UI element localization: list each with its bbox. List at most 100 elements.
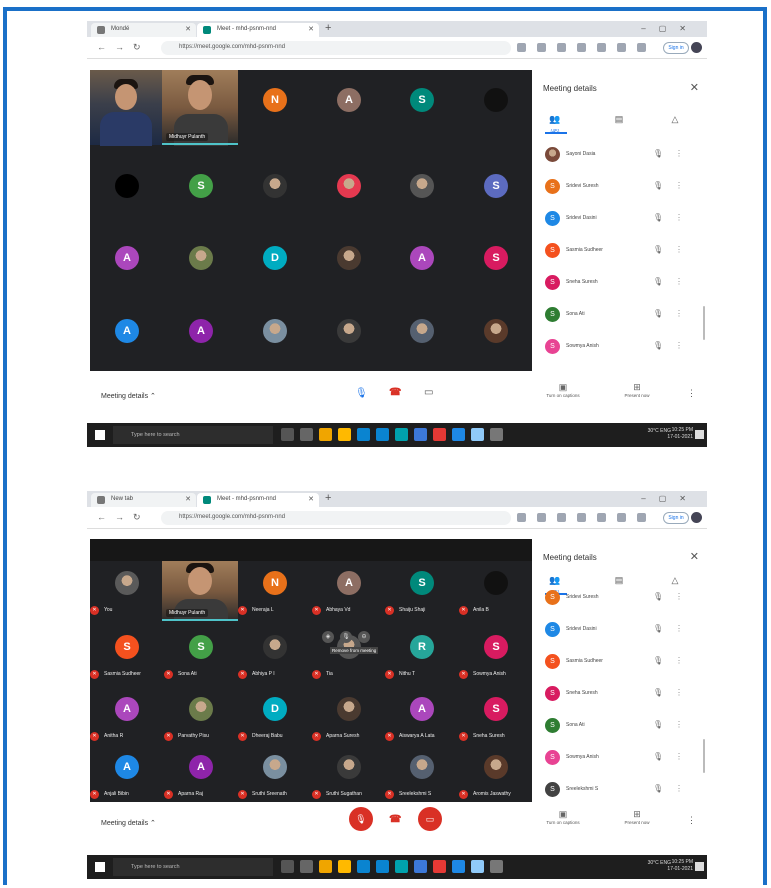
participant-tile[interactable] bbox=[459, 309, 532, 371]
participant-tile[interactable] bbox=[385, 309, 459, 371]
participant-tile[interactable]: N bbox=[238, 78, 312, 148]
extension-icon[interactable] bbox=[597, 513, 606, 522]
mic-icon[interactable]: 🎙 bbox=[653, 656, 663, 665]
extension-icon[interactable] bbox=[617, 513, 626, 522]
participant-tile[interactable]: S bbox=[459, 164, 532, 234]
participant-row[interactable]: S Sridevi Suresh 🎙 ⋮ bbox=[535, 176, 707, 198]
participant-tile[interactable]: S ✕ Sowmya Anish bbox=[459, 627, 532, 697]
taskbar-app-icon[interactable] bbox=[281, 428, 294, 441]
mic-icon[interactable]: 🎙 bbox=[653, 245, 663, 254]
taskbar-app-icon[interactable] bbox=[395, 428, 408, 441]
extension-icon[interactable] bbox=[557, 43, 566, 52]
end-call-icon[interactable]: ☎ bbox=[389, 387, 401, 398]
participant-tile[interactable] bbox=[312, 164, 386, 234]
captions-button[interactable]: ▣ Turn on captions bbox=[543, 382, 583, 398]
back-icon[interactable]: ← bbox=[97, 512, 106, 522]
taskbar-app-icon[interactable] bbox=[452, 428, 465, 441]
participant-tile[interactable]: A bbox=[164, 309, 238, 371]
mic-icon[interactable]: 🎙 bbox=[653, 720, 663, 729]
taskbar-app-icon[interactable] bbox=[471, 428, 484, 441]
participant-row[interactable]: S Sowmya Anish 🎙 ⋮ bbox=[535, 747, 707, 769]
end-call-icon[interactable]: ☎ bbox=[389, 814, 401, 825]
more-options-icon[interactable]: ⋮ bbox=[675, 309, 683, 318]
meeting-details-button[interactable]: Meeting details ⌃ bbox=[101, 819, 156, 827]
participant-tile[interactable]: S bbox=[385, 78, 459, 148]
extension-icon[interactable] bbox=[537, 43, 546, 52]
new-tab-icon[interactable]: + bbox=[325, 492, 331, 504]
extension-icon[interactable] bbox=[637, 43, 646, 52]
extension-icon[interactable] bbox=[577, 513, 586, 522]
participant-tile[interactable]: ✕ Aromis Jaswathy bbox=[459, 747, 532, 802]
mute-icon[interactable]: 🎙 bbox=[340, 631, 352, 643]
taskbar-app-icon[interactable] bbox=[490, 860, 503, 873]
more-options-icon[interactable]: ⋮ bbox=[675, 688, 683, 697]
taskbar-app-icon[interactable] bbox=[300, 428, 313, 441]
tab-chat[interactable]: ▤ bbox=[609, 575, 629, 586]
mic-icon[interactable]: 🎙 bbox=[653, 277, 663, 286]
browser-tab-1[interactable]: New tab ✕ bbox=[91, 493, 196, 507]
taskbar-clock[interactable]: 10:25 PM 17-01-2021 bbox=[667, 427, 693, 441]
participant-row[interactable]: S Sowmya Anish 🎙 ⋮ bbox=[535, 336, 707, 358]
participant-row[interactable]: S Sridevi Dasini 🎙 ⋮ bbox=[535, 208, 707, 230]
remove-icon[interactable]: ⊖ bbox=[358, 631, 370, 643]
participant-row[interactable]: S Sona Ati 🎙 ⋮ bbox=[535, 715, 707, 737]
more-options-icon[interactable]: ⋮ bbox=[675, 277, 683, 286]
camera-icon[interactable]: ▭ bbox=[424, 387, 433, 398]
more-options-icon[interactable]: ⋮ bbox=[675, 656, 683, 665]
taskbar-app-icon[interactable] bbox=[319, 860, 332, 873]
mic-icon[interactable]: 🎙 bbox=[653, 784, 663, 793]
mic-icon[interactable]: 🎙 bbox=[653, 213, 663, 222]
taskbar-app-icon[interactable] bbox=[490, 428, 503, 441]
tab-chat[interactable]: ▤ bbox=[609, 114, 629, 125]
participant-tile[interactable]: S ✕ Sona Ati bbox=[164, 627, 238, 697]
taskbar-app-icon[interactable] bbox=[338, 428, 351, 441]
present-now-button[interactable]: ⊞ Present now bbox=[617, 382, 657, 398]
participant-tile[interactable] bbox=[238, 309, 312, 371]
taskbar-app-icon[interactable] bbox=[471, 860, 484, 873]
scrollbar[interactable] bbox=[703, 739, 705, 773]
forward-icon[interactable]: → bbox=[115, 42, 124, 52]
more-options-icon[interactable]: ⋮ bbox=[675, 784, 683, 793]
participant-tile[interactable]: ✕ Abhiya P I bbox=[238, 627, 312, 697]
sign-in-button[interactable]: Sign in bbox=[663, 42, 689, 54]
participant-tile[interactable]: ✕ You bbox=[90, 563, 164, 633]
profile-avatar[interactable] bbox=[691, 42, 702, 53]
participant-tile[interactable]: ✕ Anila B bbox=[459, 563, 532, 633]
more-options-icon[interactable]: ⋮ bbox=[675, 149, 683, 158]
extension-icon[interactable] bbox=[637, 513, 646, 522]
participant-tile[interactable] bbox=[385, 164, 459, 234]
more-options-icon[interactable]: ⋮ bbox=[675, 720, 683, 729]
participant-tile[interactable] bbox=[312, 309, 386, 371]
participant-row[interactable]: S Sneha Suresh 🎙 ⋮ bbox=[535, 272, 707, 294]
participant-tile[interactable] bbox=[90, 164, 164, 234]
taskbar-search[interactable]: Type here to search bbox=[113, 858, 273, 876]
more-options-icon[interactable]: ⋮ bbox=[675, 752, 683, 761]
more-options-icon[interactable]: ⋮ bbox=[687, 388, 696, 399]
camera-off-button[interactable]: ▭ bbox=[418, 807, 442, 831]
reload-icon[interactable]: ↻ bbox=[133, 512, 141, 523]
participant-row[interactable]: S Sasmia Sudheer 🎙 ⋮ bbox=[535, 651, 707, 673]
mic-icon[interactable]: 🎙 bbox=[653, 181, 663, 190]
close-icon[interactable]: ✕ bbox=[690, 81, 699, 94]
extension-icon[interactable] bbox=[617, 43, 626, 52]
close-icon[interactable]: ✕ bbox=[308, 495, 314, 503]
self-video[interactable]: Midhuyr Pulanth bbox=[162, 561, 238, 621]
participant-row[interactable]: S Sreelekshmi S 🎙 ⋮ bbox=[535, 779, 707, 801]
participant-tile[interactable] bbox=[164, 236, 238, 306]
taskbar-app-icon[interactable] bbox=[433, 860, 446, 873]
mic-icon[interactable]: 🎙 bbox=[653, 341, 663, 350]
taskbar-clock[interactable]: 10:25 PM 17-01-2021 bbox=[667, 859, 693, 873]
browser-tab-meet[interactable]: Meet - mhd-psnm-nnd ✕ bbox=[197, 23, 319, 37]
extension-icon[interactable] bbox=[517, 513, 526, 522]
participant-tile[interactable] bbox=[459, 78, 532, 148]
forward-icon[interactable]: → bbox=[115, 512, 124, 522]
url-field[interactable]: https://meet.google.com/mhd-psnm-nnd bbox=[161, 41, 511, 55]
present-now-button[interactable]: ⊞ Present now bbox=[617, 809, 657, 825]
taskbar-app-icon[interactable] bbox=[281, 860, 294, 873]
extension-icon[interactable] bbox=[597, 43, 606, 52]
self-video[interactable]: Midhuyr Pulanth bbox=[162, 70, 238, 146]
participant-row[interactable]: S Sridevi Dasini 🎙 ⋮ bbox=[535, 619, 707, 641]
participant-tile[interactable]: A ✕ Anjali Bibin bbox=[90, 747, 164, 802]
participant-tile[interactable]: S bbox=[459, 236, 532, 306]
reload-icon[interactable]: ↻ bbox=[133, 42, 141, 53]
